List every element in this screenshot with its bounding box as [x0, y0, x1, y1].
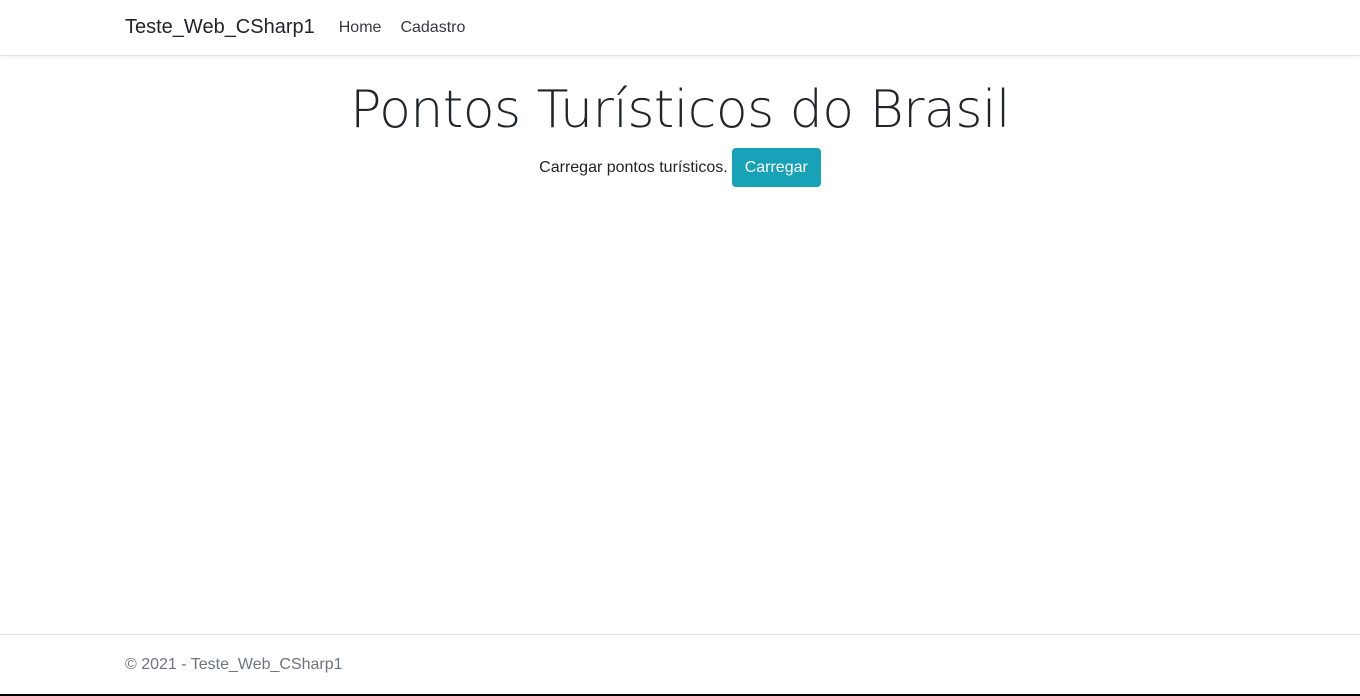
footer-copyright: © 2021 - Teste_Web_CSharp1: [125, 655, 343, 673]
nav-links: Home Cadastro: [339, 19, 485, 37]
navbar: Teste_Web_CSharp1 Home Cadastro: [0, 0, 1360, 56]
load-button[interactable]: Carregar: [731, 148, 821, 188]
page-title: Pontos Turísticos do Brasil: [350, 80, 1010, 140]
nav-link-home[interactable]: Home: [339, 19, 390, 37]
brand-link[interactable]: Teste_Web_CSharp1: [125, 16, 315, 39]
nav-link-cadastro[interactable]: Cadastro: [400, 19, 473, 37]
footer: © 2021 - Teste_Web_CSharp1: [0, 634, 1360, 696]
main-content: Pontos Turísticos do Brasil Carregar pon…: [0, 56, 1360, 188]
load-description: Carregar pontos turísticos.: [539, 158, 728, 176]
load-row: Carregar pontos turísticos. Carregar: [0, 148, 1360, 188]
